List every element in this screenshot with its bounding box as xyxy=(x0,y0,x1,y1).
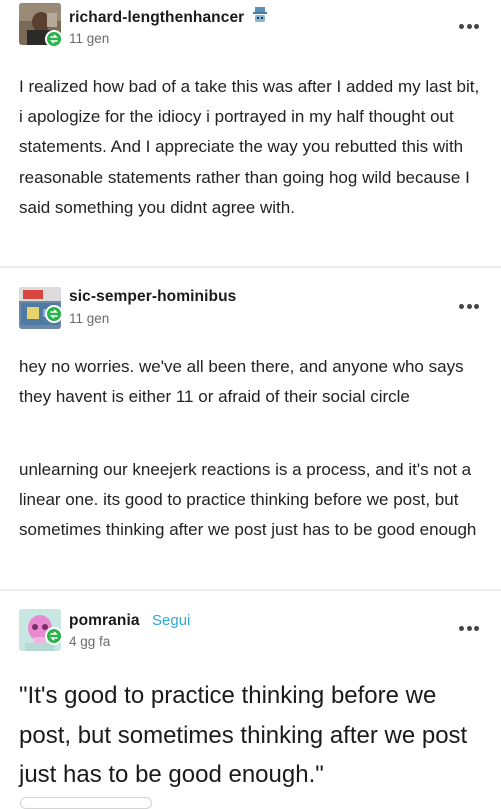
post-pomrania: pomrania Segui 4 gg fa "It's good to pra… xyxy=(0,591,501,800)
more-options-icon[interactable] xyxy=(459,24,479,30)
post-body: I realized how bad of a take this was af… xyxy=(19,77,480,217)
reblog-badge-icon xyxy=(45,305,63,323)
post-richard: richard-lengthenhancer 11 gen I realized… xyxy=(0,0,501,266)
post-username[interactable]: sic-semper-hominibus xyxy=(69,288,236,306)
follow-button[interactable]: Segui xyxy=(152,612,190,629)
more-options-icon[interactable] xyxy=(459,626,479,632)
post-username[interactable]: richard-lengthenhancer xyxy=(69,6,268,29)
reblog-badge-icon xyxy=(45,627,63,645)
post-time: 11 gen xyxy=(69,31,110,46)
post-time: 11 gen xyxy=(69,311,110,326)
more-options-icon[interactable] xyxy=(459,304,479,310)
robot-hat-icon xyxy=(252,6,268,29)
post-username[interactable]: pomrania xyxy=(69,612,140,630)
post-paragraph: hey no worries. we've all been there, an… xyxy=(19,357,464,407)
post-paragraph: unlearning our kneejerk reactions is a p… xyxy=(19,460,477,540)
tag-chip[interactable] xyxy=(20,797,152,809)
quote-text: "It's good to practice thinking before w… xyxy=(19,682,468,788)
reblog-badge-icon xyxy=(45,30,63,48)
post-time: 4 gg fa xyxy=(69,634,111,649)
post-sic-semper: sic-semper-hominibus 11 gen hey no worri… xyxy=(0,268,501,589)
